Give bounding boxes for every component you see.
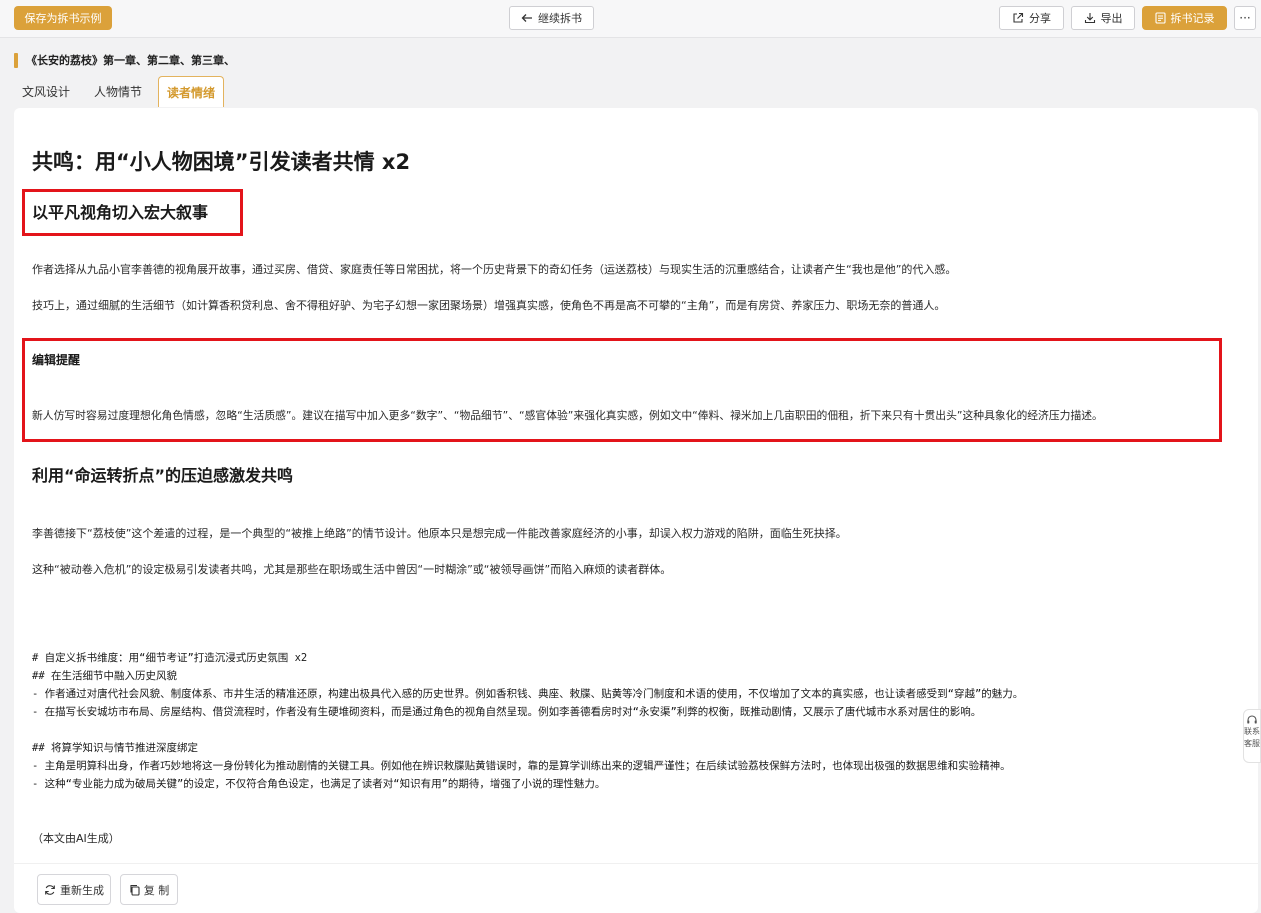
- customer-service-widget[interactable]: 联系 客服: [1243, 709, 1261, 763]
- book-title: 《长安的荔枝》第一章、第二章、第三章、: [26, 54, 235, 67]
- section2-title: 利用“命运转折点”的压迫感激发共鸣: [32, 466, 294, 485]
- title-accent-bar: [14, 52, 18, 68]
- export-label: 导出: [1100, 12, 1123, 25]
- save-as-example-button[interactable]: 保存为拆书示例: [14, 6, 112, 30]
- export-button[interactable]: 导出: [1071, 6, 1135, 30]
- editor-note-title: 编辑提醒: [32, 353, 81, 367]
- section1-paragraph-1: 作者选择从九品小官李善德的视角展开故事，通过买房、借贷、家庭责任等日常困扰，将一…: [32, 263, 957, 276]
- markdown-line: ## 将算学知识与情节推进深度绑定: [32, 742, 198, 754]
- copy-label: 复 制: [143, 883, 170, 897]
- continue-analysis-button[interactable]: 继续拆书: [509, 6, 594, 30]
- content-panel: 共鸣：用“小人物困境”引发读者共情 x2 以平凡视角切入宏大叙事 作者选择从九品…: [14, 108, 1258, 913]
- markdown-line: ## 在生活细节中融入历史风貌: [32, 670, 177, 682]
- share-button[interactable]: 分享: [999, 6, 1064, 30]
- tab-writing-style[interactable]: 文风设计: [14, 76, 79, 107]
- document-icon: [1154, 12, 1166, 24]
- analysis-tabs: 文风设计 人物情节 读者情绪: [14, 76, 225, 108]
- markdown-line: - 主角是明算科出身，作者巧妙地将这一身份转化为推动剧情的关键工具。例如他在辨识…: [32, 760, 1011, 772]
- section2-paragraph-1: 李善德接下“荔枝使”这个差遣的过程，是一个典型的“被推上绝路”的情节设计。他原本…: [32, 527, 847, 540]
- widget-label-line2: 客服: [1244, 739, 1260, 748]
- share-label: 分享: [1029, 12, 1051, 25]
- tab-reader-emotion[interactable]: 读者情绪: [158, 76, 225, 107]
- more-options-button[interactable]: ···: [1234, 6, 1256, 30]
- continue-label: 继续拆书: [538, 12, 582, 25]
- records-label: 拆书记录: [1170, 12, 1215, 25]
- tab-characters-plot[interactable]: 人物情节: [86, 76, 151, 107]
- markdown-line: # 自定义拆书维度：用“细节考证”打造沉浸式历史氛围 x2: [32, 652, 308, 664]
- share-icon: [1012, 12, 1024, 24]
- footer-divider: [14, 863, 1258, 864]
- ai-generated-note: （本文由AI生成）: [32, 832, 120, 845]
- section1-paragraph-2: 技巧上，通过细腻的生活细节（如计算香积贷利息、舍不得租好驴、为宅子幻想一家团聚场…: [32, 299, 946, 312]
- markdown-line: - 在描写长安城坊市布局、房屋结构、借贷流程时，作者没有生硬堆砌资料，而是通过角…: [32, 706, 982, 718]
- arrow-left-icon: [521, 13, 533, 23]
- section2-paragraph-2: 这种“被动卷入危机”的设定极易引发读者共鸣，尤其是那些在职场或生活中曾因“一时糊…: [32, 563, 672, 576]
- page-title: 共鸣：用“小人物困境”引发读者共情 x2: [32, 150, 411, 174]
- regenerate-button[interactable]: 重新生成: [37, 874, 111, 905]
- headset-icon: [1246, 714, 1258, 726]
- section1-title: 以平凡视角切入宏大叙事: [32, 203, 209, 222]
- download-icon: [1084, 12, 1096, 24]
- editor-note-text: 新人仿写时容易过度理想化角色情感，忽略“生活质感”。建议在描写中加入更多“数字”…: [32, 409, 1103, 422]
- analysis-records-button[interactable]: 拆书记录: [1142, 6, 1227, 30]
- copy-icon: [129, 884, 140, 896]
- copy-button[interactable]: 复 制: [120, 874, 178, 905]
- markdown-line: - 作者通过对唐代社会风貌、制度体系、市井生活的精准还原，构建出极具代入感的历史…: [32, 688, 1024, 700]
- widget-label-line1: 联系: [1244, 727, 1260, 736]
- book-title-row: 《长安的荔枝》第一章、第二章、第三章、: [14, 52, 235, 68]
- regenerate-label: 重新生成: [60, 883, 104, 897]
- highlight-box-editor-note: [22, 338, 1222, 442]
- top-toolbar: 保存为拆书示例 继续拆书 分享 导出 拆书记录 ···: [0, 0, 1261, 38]
- refresh-icon: [44, 884, 56, 896]
- markdown-line: - 这种“专业能力成为破局关键”的设定，不仅符合角色设定，也满足了读者对“知识有…: [32, 778, 606, 790]
